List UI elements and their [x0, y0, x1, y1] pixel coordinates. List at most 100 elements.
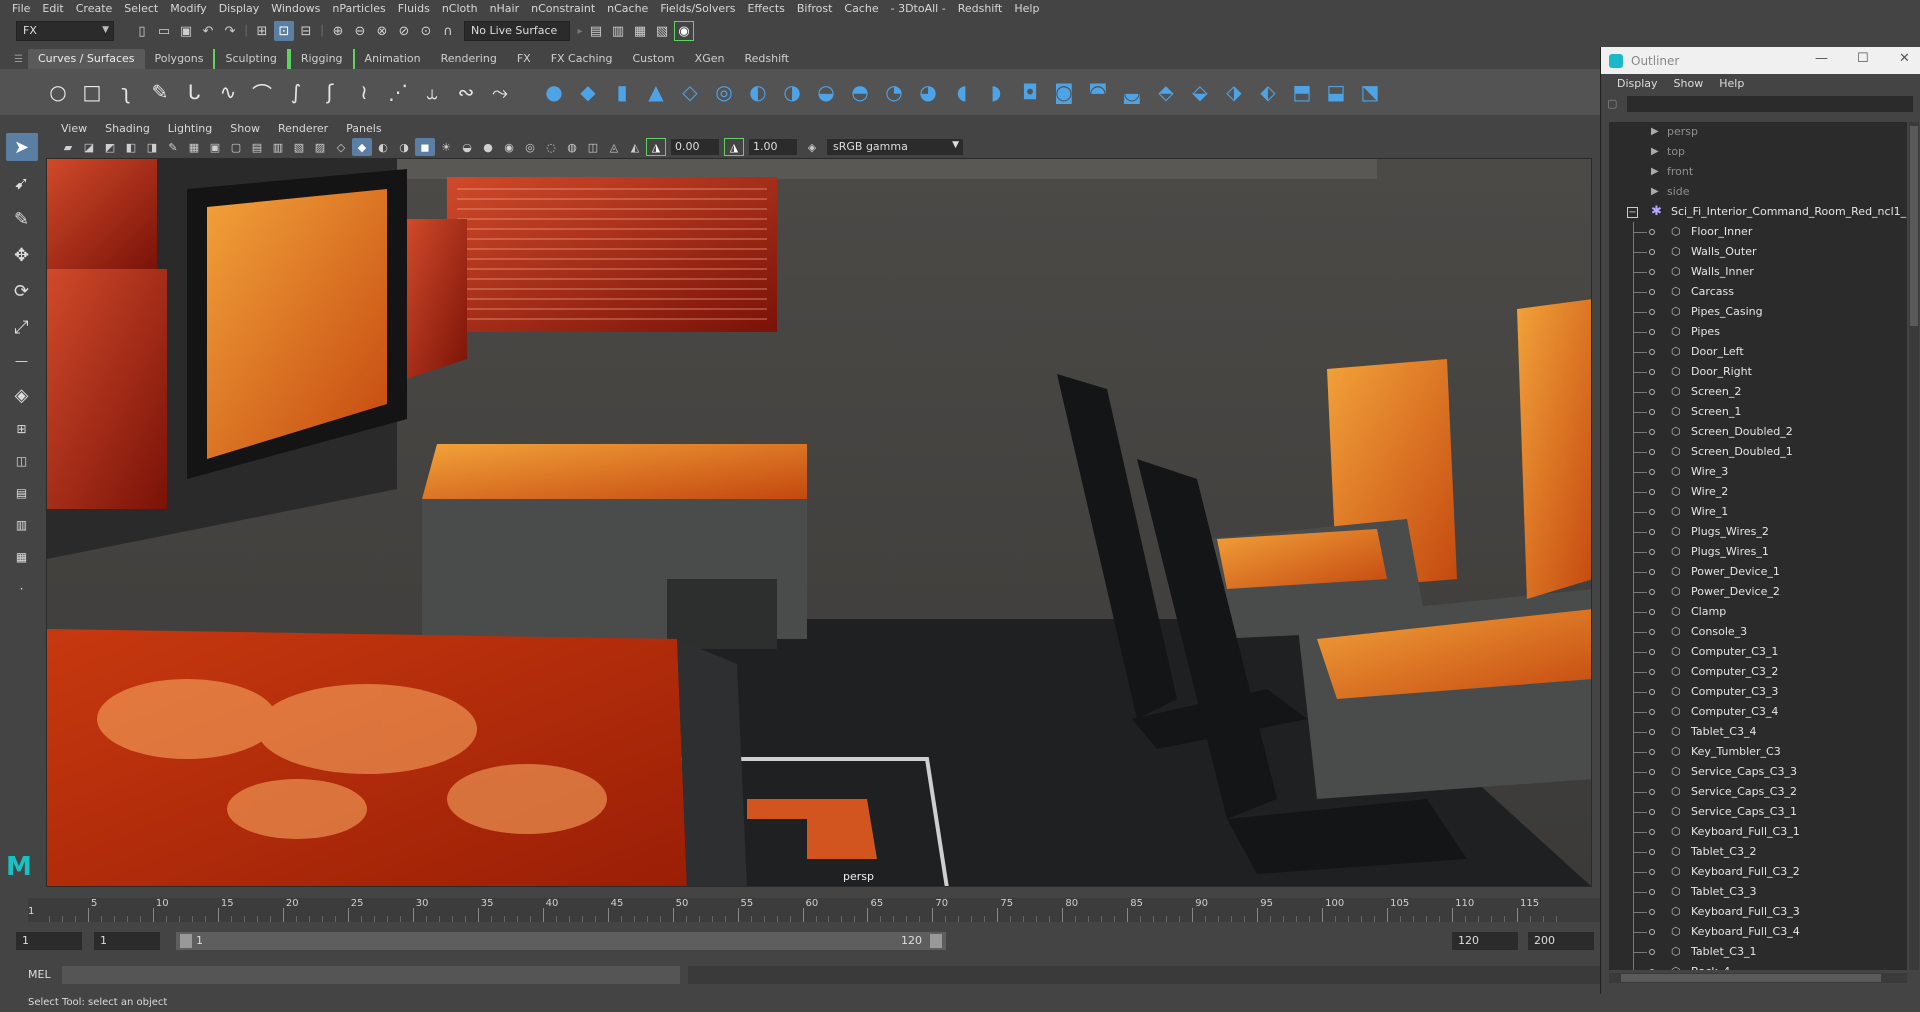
image-plane-icon[interactable]: ◧ — [121, 138, 141, 156]
outliner-item-service-caps-c3-3[interactable]: ⬡ Service_Caps_C3_3 — [1609, 762, 1907, 782]
outliner-item-wire-3[interactable]: ⬡ Wire_3 — [1609, 462, 1907, 482]
outliner-camera-top[interactable]: ▶ top — [1609, 142, 1907, 162]
bezier-curve-icon[interactable]: ∿ — [214, 78, 242, 106]
menu-fields-solvers[interactable]: Fields/Solvers — [654, 0, 741, 17]
tab-sculpting[interactable]: Sculpting — [213, 49, 289, 69]
wireframe-icon[interactable]: ◇ — [331, 138, 351, 156]
xray-icon[interactable]: ◫ — [583, 138, 603, 156]
two-d-pan-icon[interactable]: ◨ — [142, 138, 162, 156]
boundary-icon[interactable]: ◖ — [948, 78, 976, 106]
outliner-item-wire-2[interactable]: ⬡ Wire_2 — [1609, 482, 1907, 502]
scale-tool-icon[interactable]: ⤢ — [6, 313, 38, 341]
outliner-item-power-device-2[interactable]: ⬡ Power_Device_2 — [1609, 582, 1907, 602]
minimize-icon[interactable]: — — [1815, 51, 1828, 66]
outliner-item-back-4[interactable]: ⬡ Back_4 — [1609, 962, 1907, 970]
outliner-camera-front[interactable]: ▶ front — [1609, 162, 1907, 182]
outliner-item-computer-c3-2[interactable]: ⬡ Computer_C3_2 — [1609, 662, 1907, 682]
expand-dot-icon[interactable] — [1649, 689, 1655, 695]
menu-modify[interactable]: Modify — [164, 0, 212, 17]
outliner-item-door-right[interactable]: ⬡ Door_Right — [1609, 362, 1907, 382]
expand-dot-icon[interactable] — [1649, 589, 1655, 595]
rebuild-curve-icon[interactable]: ⤳ — [486, 78, 514, 106]
outliner-item-plugs-wires-2[interactable]: ⬡ Plugs_Wires_2 — [1609, 522, 1907, 542]
expand-icon[interactable]: · — [6, 577, 38, 601]
expand-dot-icon[interactable] — [1649, 469, 1655, 475]
menu-display[interactable]: Display — [213, 0, 266, 17]
expand-dot-icon[interactable] — [1649, 409, 1655, 415]
menu-effects[interactable]: Effects — [741, 0, 790, 17]
render-view-icon[interactable]: ◉ — [674, 21, 694, 41]
menu-file[interactable]: File — [6, 0, 36, 17]
layout-hypershade-icon[interactable]: ▦ — [6, 545, 38, 569]
single-perspective-icon[interactable]: ◈ — [6, 381, 38, 409]
expand-dot-icon[interactable] — [1649, 669, 1655, 675]
outliner-item-key-tumbler-c3[interactable]: ⬡ Key_Tumbler_C3 — [1609, 742, 1907, 762]
expand-dot-icon[interactable] — [1649, 969, 1655, 970]
expand-dot-icon[interactable] — [1649, 529, 1655, 535]
motion-blur-icon[interactable]: ◉ — [499, 138, 519, 156]
viewport-menu-shading[interactable]: Shading — [96, 122, 159, 135]
planar-icon[interactable]: ◒ — [812, 78, 840, 106]
side-by-side-icon[interactable]: ◫ — [6, 449, 38, 473]
expand-dot-icon[interactable] — [1649, 629, 1655, 635]
live-surface-field[interactable]: No Live Surface — [464, 21, 570, 41]
outliner-item-floor-inner[interactable]: ⬡ Floor_Inner — [1609, 222, 1907, 242]
menu-nparticles[interactable]: nParticles — [326, 0, 391, 17]
menu-fluids[interactable]: Fluids — [392, 0, 436, 17]
expand-dot-icon[interactable] — [1649, 929, 1655, 935]
outliner-item-tablet-c3-3[interactable]: ⬡ Tablet_C3_3 — [1609, 882, 1907, 902]
menu-set-dropdown[interactable]: FX ▼ — [16, 21, 114, 41]
tab-rigging[interactable]: Rigging — [288, 49, 355, 69]
expand-dot-icon[interactable] — [1649, 429, 1655, 435]
wireframe-on-shaded-icon[interactable]: ◑ — [394, 138, 414, 156]
outliner-item-console-3[interactable]: ⬡ Console_3 — [1609, 622, 1907, 642]
resolution-gate-icon[interactable]: ▢ — [226, 138, 246, 156]
nurbs-cone-icon[interactable]: ▲ — [642, 78, 670, 106]
range-handle-right[interactable] — [930, 934, 942, 948]
nurbs-cube-icon[interactable]: ◆ — [574, 78, 602, 106]
extrude-icon[interactable]: ◓ — [846, 78, 874, 106]
viewport-menu-show[interactable]: Show — [221, 122, 269, 135]
expand-dot-icon[interactable] — [1649, 649, 1655, 655]
viewport-menu-renderer[interactable]: Renderer — [269, 122, 337, 135]
loft-icon[interactable]: ◑ — [778, 78, 806, 106]
menu-cache[interactable]: Cache — [838, 0, 884, 17]
sculpt-icon[interactable]: ⬒ — [1288, 78, 1316, 106]
nurbs-plane-icon[interactable]: ◇ — [676, 78, 704, 106]
expand-dot-icon[interactable] — [1649, 609, 1655, 615]
outliner-item-plugs-wires-1[interactable]: ⬡ Plugs_Wires_1 — [1609, 542, 1907, 562]
grid-icon[interactable]: ▦ — [184, 138, 204, 156]
range-slider-bar[interactable]: 1 120 — [176, 932, 946, 950]
tab-polygons[interactable]: Polygons — [145, 49, 214, 69]
outliner-item-tablet-c3-1[interactable]: ⬡ Tablet_C3_1 — [1609, 942, 1907, 962]
redo-icon[interactable]: ↷ — [220, 21, 240, 41]
outliner-horizontal-scrollbar[interactable] — [1609, 973, 1907, 983]
nurbs-cylinder-icon[interactable]: ▮ — [608, 78, 636, 106]
camera-attributes-icon[interactable]: ◪ — [79, 138, 99, 156]
menu-nhair[interactable]: nHair — [484, 0, 526, 17]
menu-3dtoall[interactable]: - 3DtoAll - — [885, 0, 952, 17]
ipr-render-icon[interactable]: ▥ — [608, 21, 628, 41]
tab-redshift[interactable]: Redshift — [734, 49, 799, 69]
outliner-item-service-caps-c3-2[interactable]: ⬡ Service_Caps_C3_2 — [1609, 782, 1907, 802]
select-camera-icon[interactable]: ▰ — [58, 138, 78, 156]
detach-curve-icon[interactable]: ≀ — [350, 78, 378, 106]
film-gate-icon[interactable]: ▣ — [205, 138, 225, 156]
depth-of-field-icon[interactable]: ◌ — [541, 138, 561, 156]
anti-aliasing-icon[interactable]: ◎ — [520, 138, 540, 156]
range-handle-left[interactable] — [180, 934, 192, 948]
outliner-item-tablet-c3-4[interactable]: ⬡ Tablet_C3_4 — [1609, 722, 1907, 742]
pencil-curve-icon[interactable]: ✎ — [146, 78, 174, 106]
expand-dot-icon[interactable] — [1649, 309, 1655, 315]
outliner-item-walls-inner[interactable]: ⬡ Walls_Inner — [1609, 262, 1907, 282]
outliner-item-power-device-1[interactable]: ⬡ Power_Device_1 — [1609, 562, 1907, 582]
expand-dot-icon[interactable] — [1649, 269, 1655, 275]
expand-dot-icon[interactable] — [1649, 769, 1655, 775]
outliner-menu-help[interactable]: Help — [1711, 77, 1752, 90]
tab-curves-surfaces[interactable]: Curves / Surfaces — [28, 49, 145, 69]
xray-joints-icon[interactable]: ◬ — [604, 138, 624, 156]
time-slider-track[interactable]: 5 10 15 20 25 30 35 40 45 50 55 60 65 70 75 80 85 90 95 100… — [28, 898, 1600, 922]
rebuild-surface-icon[interactable]: ⬓ — [1322, 78, 1350, 106]
close-icon[interactable]: ✕ — [1899, 51, 1910, 66]
nurbs-square-icon[interactable]: □ — [78, 78, 106, 106]
